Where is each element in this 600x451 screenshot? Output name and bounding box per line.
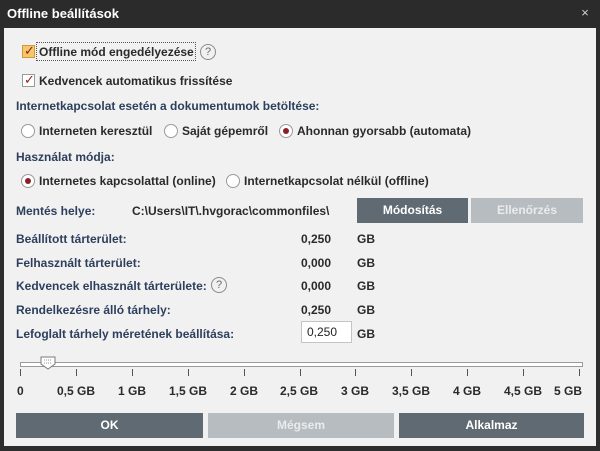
ok-button[interactable]: OK (16, 413, 203, 438)
slider-tick-mark (411, 369, 412, 376)
slider-tick-label: 2,5 GB (280, 384, 319, 398)
title-bar: Offline beállítások × (0, 0, 600, 28)
slider-tick-mark (132, 369, 133, 376)
radio-internet-label[interactable]: Interneten keresztül (39, 124, 152, 138)
storage-label: Beállított tárterület: (16, 232, 127, 246)
slider-tick-mark (76, 369, 77, 376)
radio-local-label[interactable]: Saját gépemről (182, 124, 268, 138)
slider-tick-label: 0 (17, 384, 24, 398)
slider-tick-label: 1,5 GB (169, 384, 208, 398)
storage-slider-track[interactable] (20, 362, 583, 367)
checkmark-icon: ✓ (24, 72, 35, 87)
help-icon[interactable]: ? (200, 44, 216, 60)
reserve-label: Lefoglalt tárhely méretének beállítása: (16, 327, 235, 341)
radio-local[interactable] (164, 124, 178, 138)
offline-mode-label[interactable]: Offline mód engedélyezése (39, 45, 194, 59)
storage-value: 0,250 (301, 232, 332, 246)
slider-tick-mark (188, 369, 189, 376)
cancel-button[interactable]: Mégsem (208, 413, 394, 438)
radio-offline[interactable] (226, 174, 240, 188)
checkmark-icon: ✓ (24, 43, 35, 58)
slider-tick-mark (300, 369, 301, 376)
close-icon[interactable]: × (579, 6, 591, 20)
slider-tick-mark (523, 369, 524, 376)
storage-value: 0,000 (301, 279, 332, 293)
offline-mode-checkbox[interactable]: ✓ (22, 43, 35, 58)
slider-tick-label: 3 GB (341, 384, 370, 398)
radio-internet[interactable] (21, 124, 35, 138)
offline-settings-dialog: Offline beállítások × ✓ Offline mód enge… (0, 0, 600, 451)
apply-button[interactable]: Alkalmaz (399, 413, 584, 438)
check-button[interactable]: Ellenőrzés (471, 198, 583, 223)
storage-unit: GB (357, 232, 375, 246)
slider-tick-label: 2 GB (230, 384, 259, 398)
slider-tick-mark (467, 369, 468, 376)
favorites-refresh-checkbox[interactable]: ✓ (22, 72, 35, 87)
loading-heading: Internetkapcsolat esetén a dokumentumok … (16, 99, 320, 113)
storage-value: 0,250 (301, 303, 332, 317)
settings-panel: ✓ Offline mód engedélyezése ? ✓ Kedvence… (4, 28, 596, 446)
reserve-size-input[interactable]: 0,250 (301, 321, 352, 343)
slider-tick-label: 1 GB (118, 384, 147, 398)
radio-offline-label[interactable]: Internetkapcsolat nélkül (offline) (244, 174, 429, 188)
radio-online[interactable] (21, 174, 35, 188)
slider-tick-label: 4 GB (453, 384, 482, 398)
radio-online-label[interactable]: Internetes kapcsolattal (online) (39, 174, 216, 188)
modify-button[interactable]: Módosítás (357, 198, 468, 223)
usage-heading: Használat módja: (16, 150, 115, 164)
save-location-label: Mentés helye: (16, 204, 96, 218)
slider-tick-label: 4,5 GB (504, 384, 543, 398)
slider-tick-label: 3,5 GB (392, 384, 431, 398)
storage-value: 0,000 (301, 256, 332, 270)
reserve-unit: GB (357, 327, 375, 341)
storage-unit: GB (357, 303, 375, 317)
dialog-title: Offline beállítások (7, 6, 119, 21)
storage-unit: GB (357, 279, 375, 293)
slider-tick-mark (244, 369, 245, 376)
storage-label: Felhasznált tárterület: (16, 256, 141, 270)
storage-unit: GB (357, 256, 375, 270)
slider-thumb[interactable] (40, 356, 56, 370)
slider-tick-mark (20, 369, 21, 376)
radio-auto[interactable] (279, 124, 293, 138)
slider-tick-label: 5 GB (554, 384, 583, 398)
storage-label: Kedvencek elhasznált tárterülete: (16, 279, 207, 293)
favorites-refresh-label[interactable]: Kedvencek automatikus frissítése (39, 74, 232, 88)
slider-tick-mark (579, 369, 580, 376)
radio-auto-label[interactable]: Ahonnan gyorsabb (automata) (297, 124, 471, 138)
storage-label: Rendelkezésre álló tárhely: (16, 303, 171, 317)
help-icon[interactable]: ? (211, 277, 227, 293)
slider-tick-label: 0,5 GB (57, 384, 96, 398)
slider-tick-mark (355, 369, 356, 376)
save-location-path: C:\Users\IT\.hvgorac\commonfiles\ (132, 204, 330, 218)
